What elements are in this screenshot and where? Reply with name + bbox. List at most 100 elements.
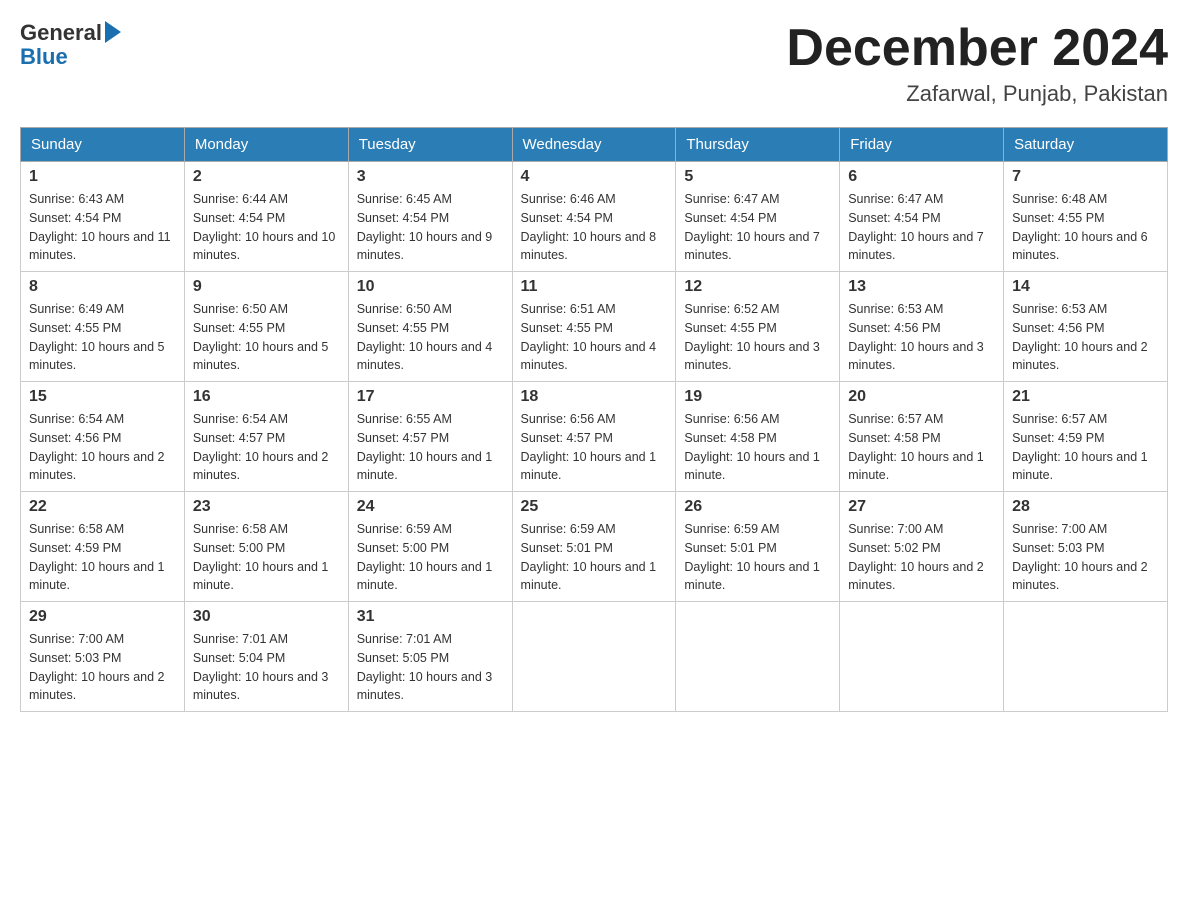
day-info: Sunrise: 6:47 AM Sunset: 4:54 PM Dayligh… — [848, 190, 995, 265]
day-number: 14 — [1012, 278, 1159, 296]
calendar-cell: 2 Sunrise: 6:44 AM Sunset: 4:54 PM Dayli… — [184, 162, 348, 272]
calendar-week-row: 8 Sunrise: 6:49 AM Sunset: 4:55 PM Dayli… — [21, 272, 1168, 382]
day-info: Sunrise: 6:48 AM Sunset: 4:55 PM Dayligh… — [1012, 190, 1159, 265]
day-info: Sunrise: 6:58 AM Sunset: 5:00 PM Dayligh… — [193, 520, 340, 595]
day-number: 20 — [848, 388, 995, 406]
month-title: December 2024 — [786, 20, 1168, 77]
day-info: Sunrise: 7:00 AM Sunset: 5:03 PM Dayligh… — [1012, 520, 1159, 595]
calendar-table: SundayMondayTuesdayWednesdayThursdayFrid… — [20, 127, 1168, 712]
calendar-cell — [676, 602, 840, 712]
calendar-cell: 27 Sunrise: 7:00 AM Sunset: 5:02 PM Dayl… — [840, 492, 1004, 602]
day-info: Sunrise: 6:44 AM Sunset: 4:54 PM Dayligh… — [193, 190, 340, 265]
day-info: Sunrise: 7:01 AM Sunset: 5:05 PM Dayligh… — [357, 630, 504, 705]
day-info: Sunrise: 6:59 AM Sunset: 5:01 PM Dayligh… — [521, 520, 668, 595]
day-info: Sunrise: 6:51 AM Sunset: 4:55 PM Dayligh… — [521, 300, 668, 375]
day-info: Sunrise: 6:54 AM Sunset: 4:56 PM Dayligh… — [29, 410, 176, 485]
calendar-cell: 20 Sunrise: 6:57 AM Sunset: 4:58 PM Dayl… — [840, 382, 1004, 492]
calendar-cell: 12 Sunrise: 6:52 AM Sunset: 4:55 PM Dayl… — [676, 272, 840, 382]
day-info: Sunrise: 7:00 AM Sunset: 5:03 PM Dayligh… — [29, 630, 176, 705]
calendar-week-row: 1 Sunrise: 6:43 AM Sunset: 4:54 PM Dayli… — [21, 162, 1168, 272]
day-of-week-header: Wednesday — [512, 128, 676, 162]
calendar-cell: 29 Sunrise: 7:00 AM Sunset: 5:03 PM Dayl… — [21, 602, 185, 712]
calendar-cell — [1004, 602, 1168, 712]
day-number: 16 — [193, 388, 340, 406]
calendar-week-row: 22 Sunrise: 6:58 AM Sunset: 4:59 PM Dayl… — [21, 492, 1168, 602]
day-of-week-header: Monday — [184, 128, 348, 162]
day-info: Sunrise: 7:00 AM Sunset: 5:02 PM Dayligh… — [848, 520, 995, 595]
calendar-header-row: SundayMondayTuesdayWednesdayThursdayFrid… — [21, 128, 1168, 162]
calendar-cell: 16 Sunrise: 6:54 AM Sunset: 4:57 PM Dayl… — [184, 382, 348, 492]
calendar-cell: 19 Sunrise: 6:56 AM Sunset: 4:58 PM Dayl… — [676, 382, 840, 492]
calendar-cell: 25 Sunrise: 6:59 AM Sunset: 5:01 PM Dayl… — [512, 492, 676, 602]
page-header: General Blue December 2024 Zafarwal, Pun… — [20, 20, 1168, 107]
day-number: 24 — [357, 498, 504, 516]
calendar-cell: 24 Sunrise: 6:59 AM Sunset: 5:00 PM Dayl… — [348, 492, 512, 602]
calendar-cell: 15 Sunrise: 6:54 AM Sunset: 4:56 PM Dayl… — [21, 382, 185, 492]
day-of-week-header: Sunday — [21, 128, 185, 162]
day-of-week-header: Saturday — [1004, 128, 1168, 162]
day-number: 19 — [684, 388, 831, 406]
day-info: Sunrise: 6:50 AM Sunset: 4:55 PM Dayligh… — [193, 300, 340, 375]
day-info: Sunrise: 6:53 AM Sunset: 4:56 PM Dayligh… — [848, 300, 995, 375]
calendar-cell: 4 Sunrise: 6:46 AM Sunset: 4:54 PM Dayli… — [512, 162, 676, 272]
day-number: 18 — [521, 388, 668, 406]
day-of-week-header: Tuesday — [348, 128, 512, 162]
day-info: Sunrise: 6:52 AM Sunset: 4:55 PM Dayligh… — [684, 300, 831, 375]
logo-general-text: General — [20, 20, 102, 46]
day-info: Sunrise: 6:59 AM Sunset: 5:00 PM Dayligh… — [357, 520, 504, 595]
calendar-cell: 23 Sunrise: 6:58 AM Sunset: 5:00 PM Dayl… — [184, 492, 348, 602]
day-number: 8 — [29, 278, 176, 296]
day-number: 31 — [357, 608, 504, 626]
calendar-cell: 6 Sunrise: 6:47 AM Sunset: 4:54 PM Dayli… — [840, 162, 1004, 272]
day-info: Sunrise: 7:01 AM Sunset: 5:04 PM Dayligh… — [193, 630, 340, 705]
calendar-cell: 22 Sunrise: 6:58 AM Sunset: 4:59 PM Dayl… — [21, 492, 185, 602]
day-info: Sunrise: 6:54 AM Sunset: 4:57 PM Dayligh… — [193, 410, 340, 485]
day-info: Sunrise: 6:50 AM Sunset: 4:55 PM Dayligh… — [357, 300, 504, 375]
day-number: 27 — [848, 498, 995, 516]
day-number: 29 — [29, 608, 176, 626]
day-number: 25 — [521, 498, 668, 516]
calendar-cell: 18 Sunrise: 6:56 AM Sunset: 4:57 PM Dayl… — [512, 382, 676, 492]
logo: General Blue — [20, 20, 121, 70]
calendar-cell — [512, 602, 676, 712]
day-number: 4 — [521, 168, 668, 186]
calendar-cell: 13 Sunrise: 6:53 AM Sunset: 4:56 PM Dayl… — [840, 272, 1004, 382]
location-text: Zafarwal, Punjab, Pakistan — [786, 81, 1168, 107]
day-number: 23 — [193, 498, 340, 516]
day-number: 17 — [357, 388, 504, 406]
calendar-cell: 5 Sunrise: 6:47 AM Sunset: 4:54 PM Dayli… — [676, 162, 840, 272]
day-number: 12 — [684, 278, 831, 296]
logo-blue-text: Blue — [20, 44, 121, 70]
day-info: Sunrise: 6:46 AM Sunset: 4:54 PM Dayligh… — [521, 190, 668, 265]
day-info: Sunrise: 6:53 AM Sunset: 4:56 PM Dayligh… — [1012, 300, 1159, 375]
calendar-week-row: 29 Sunrise: 7:00 AM Sunset: 5:03 PM Dayl… — [21, 602, 1168, 712]
day-info: Sunrise: 6:47 AM Sunset: 4:54 PM Dayligh… — [684, 190, 831, 265]
day-number: 1 — [29, 168, 176, 186]
calendar-cell: 31 Sunrise: 7:01 AM Sunset: 5:05 PM Dayl… — [348, 602, 512, 712]
day-number: 5 — [684, 168, 831, 186]
day-info: Sunrise: 6:56 AM Sunset: 4:58 PM Dayligh… — [684, 410, 831, 485]
calendar-cell: 3 Sunrise: 6:45 AM Sunset: 4:54 PM Dayli… — [348, 162, 512, 272]
day-number: 15 — [29, 388, 176, 406]
calendar-cell: 21 Sunrise: 6:57 AM Sunset: 4:59 PM Dayl… — [1004, 382, 1168, 492]
day-info: Sunrise: 6:57 AM Sunset: 4:58 PM Dayligh… — [848, 410, 995, 485]
title-area: December 2024 Zafarwal, Punjab, Pakistan — [786, 20, 1168, 107]
day-number: 21 — [1012, 388, 1159, 406]
day-number: 26 — [684, 498, 831, 516]
day-number: 3 — [357, 168, 504, 186]
calendar-cell: 11 Sunrise: 6:51 AM Sunset: 4:55 PM Dayl… — [512, 272, 676, 382]
day-of-week-header: Thursday — [676, 128, 840, 162]
day-info: Sunrise: 6:49 AM Sunset: 4:55 PM Dayligh… — [29, 300, 176, 375]
day-info: Sunrise: 6:58 AM Sunset: 4:59 PM Dayligh… — [29, 520, 176, 595]
day-info: Sunrise: 6:59 AM Sunset: 5:01 PM Dayligh… — [684, 520, 831, 595]
day-info: Sunrise: 6:55 AM Sunset: 4:57 PM Dayligh… — [357, 410, 504, 485]
day-info: Sunrise: 6:45 AM Sunset: 4:54 PM Dayligh… — [357, 190, 504, 265]
day-number: 13 — [848, 278, 995, 296]
day-of-week-header: Friday — [840, 128, 1004, 162]
logo-arrow-icon — [105, 21, 121, 43]
calendar-cell: 7 Sunrise: 6:48 AM Sunset: 4:55 PM Dayli… — [1004, 162, 1168, 272]
day-info: Sunrise: 6:43 AM Sunset: 4:54 PM Dayligh… — [29, 190, 176, 265]
calendar-cell — [840, 602, 1004, 712]
day-number: 11 — [521, 278, 668, 296]
calendar-cell: 14 Sunrise: 6:53 AM Sunset: 4:56 PM Dayl… — [1004, 272, 1168, 382]
